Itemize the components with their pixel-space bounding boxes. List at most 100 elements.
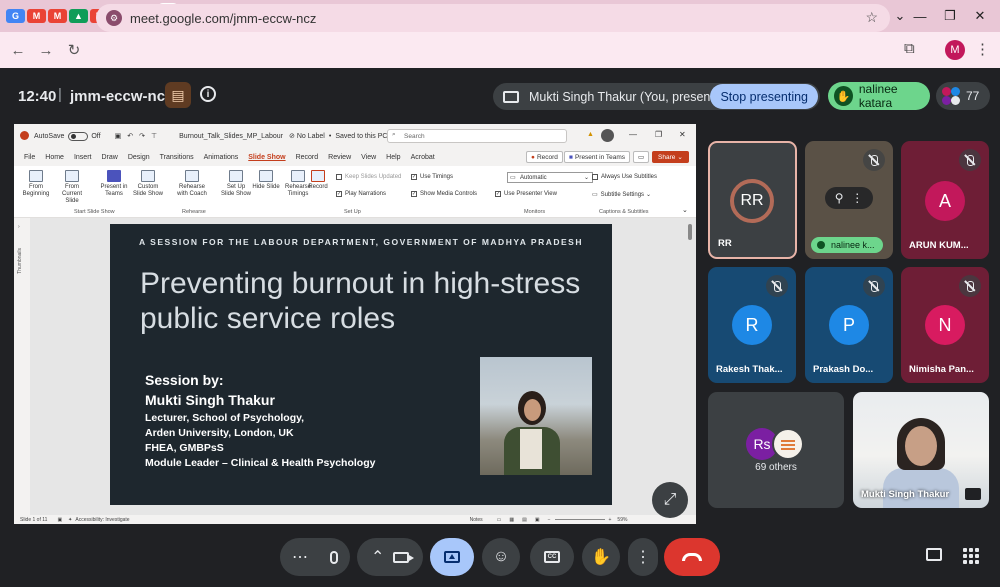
pin-icon[interactable]: ⚲ — [835, 191, 844, 205]
tile-others[interactable]: Rs 69 others — [708, 392, 844, 508]
ppt-menu-review[interactable]: Review — [328, 154, 351, 161]
more-options-button[interactable]: ⋮ — [628, 538, 658, 576]
expand-presentation-icon[interactable]: ⤢ — [652, 482, 688, 518]
undo-icon[interactable]: ↶ — [127, 132, 133, 140]
stop-presenting-button[interactable]: Stop presenting — [710, 84, 818, 109]
chat-button[interactable] — [926, 548, 942, 561]
notes-button[interactable]: Notes — [470, 517, 483, 523]
tile-rakesh[interactable]: R Rakesh Thak... — [708, 267, 796, 383]
accessibility-icon[interactable]: ✦ — [68, 517, 72, 523]
always-subtitles-checkbox[interactable]: Always Use Subtitles — [592, 174, 657, 180]
autosave-toggle[interactable] — [68, 131, 89, 141]
ppt-search-input[interactable]: ⌕ Search — [387, 129, 567, 143]
show-media-checkbox[interactable]: ✓ Show Media Controls — [411, 191, 477, 197]
slideshow-view-icon[interactable]: ▣ — [535, 517, 540, 523]
reactions-button[interactable]: ☺ — [482, 538, 520, 576]
self-tile-options-icon[interactable] — [965, 488, 981, 500]
ppt-user-avatar[interactable] — [601, 129, 614, 142]
sorter-view-icon[interactable]: ▦ — [509, 517, 514, 523]
meeting-info-icon[interactable]: i — [200, 86, 216, 102]
use-timings-checkbox[interactable]: ✓ Use Timings — [411, 174, 453, 180]
hide-slide-button[interactable]: Hide Slide — [250, 170, 282, 191]
meeting-notes-icon[interactable]: ▤ — [165, 82, 191, 108]
ppt-share-button[interactable]: Share ⌄ — [652, 151, 689, 163]
camera-icon[interactable] — [393, 551, 414, 563]
site-info-icon[interactable]: ⚙ — [106, 10, 122, 26]
ppt-menu-draw[interactable]: Draw — [101, 154, 117, 161]
presenter-view-checkbox[interactable]: ✓ Use Presenter View — [495, 191, 557, 197]
present-icon[interactable]: ⊤ — [151, 132, 157, 140]
url-input[interactable]: ⚙ meet.google.com/jmm-eccw-ncz ☆ — [96, 4, 890, 32]
zoom-out-icon[interactable]: − — [548, 517, 551, 523]
present-in-teams-button[interactable]: ■ Present in Teams — [564, 151, 631, 163]
participants-button[interactable]: 77 — [936, 82, 990, 110]
zoom-slider[interactable] — [554, 519, 605, 520]
ppt-record-button[interactable]: ● Record — [526, 151, 563, 163]
custom-show-button[interactable]: Custom Slide Show — [132, 170, 164, 198]
keep-updated-checkbox[interactable]: Keep Slides Updated — [336, 174, 401, 180]
captions-button[interactable]: CC — [530, 538, 574, 576]
slide-scrollbar[interactable] — [688, 224, 692, 240]
ppt-menu-help[interactable]: Help — [386, 154, 400, 161]
spellcheck-icon[interactable]: ▣ — [57, 517, 62, 523]
browser-menu-icon[interactable]: ⋮ — [975, 40, 990, 58]
normal-view-icon[interactable]: ▭ — [497, 517, 502, 523]
from-beginning-button[interactable]: From Beginning — [20, 170, 52, 198]
ppt-menu-acrobat[interactable]: Acrobat — [411, 154, 435, 161]
extensions-icon[interactable]: ⧉ — [904, 40, 915, 57]
tile-hover-controls[interactable]: ⚲ ⋮ — [825, 187, 873, 209]
bookmark-star-icon[interactable]: ☆ — [865, 9, 878, 26]
redo-icon[interactable]: ↷ — [139, 132, 145, 140]
profile-avatar[interactable]: M — [945, 40, 965, 60]
ppt-menu-slide-show[interactable]: Slide Show — [248, 154, 285, 161]
ppt-menu-file[interactable]: File — [24, 154, 35, 161]
tile-self[interactable]: Mukti Singh Thakur — [853, 392, 989, 508]
back-arrow-icon[interactable]: ← — [4, 42, 32, 59]
monitor-select[interactable]: ▭ Automatic ⌄ — [507, 172, 593, 183]
tile-rr[interactable]: RR RR — [708, 141, 797, 259]
thumbnails-pane[interactable]: › Thumbnails — [14, 218, 30, 515]
save-icon[interactable]: ▣ — [115, 132, 122, 140]
zoom-level[interactable]: 59% — [617, 517, 627, 523]
present-teams-ribbon-button[interactable]: Present in Teams — [98, 170, 130, 198]
ppt-close-button[interactable]: ✕ — [679, 130, 686, 139]
setup-show-button[interactable]: Set Up Slide Show — [220, 170, 252, 198]
raise-hand-button[interactable]: ✋ — [582, 538, 620, 576]
tab-favicon-icon[interactable]: G — [6, 9, 25, 23]
reading-view-icon[interactable]: ▤ — [522, 517, 527, 523]
tile-nalinee[interactable]: ⚲ ⋮ nalinee k... — [805, 141, 893, 259]
zoom-in-icon[interactable]: + — [609, 517, 612, 523]
ribbon-record-button[interactable]: Record — [308, 170, 328, 191]
reload-icon[interactable]: ↻ — [60, 41, 88, 59]
expand-thumbnails-icon[interactable]: › — [18, 224, 20, 230]
ppt-menu-view[interactable]: View — [361, 154, 376, 161]
rehearse-coach-button[interactable]: Rehearse with Coach — [176, 170, 208, 198]
ppt-menu-animations[interactable]: Animations — [204, 154, 239, 161]
ppt-menu-transitions[interactable]: Transitions — [160, 154, 194, 161]
play-narrations-checkbox[interactable]: ✓ Play Narrations — [336, 191, 386, 197]
warning-icon[interactable]: ▲ — [587, 131, 594, 138]
tile-prakash[interactable]: P Prakash Do... — [805, 267, 893, 383]
tile-more-icon[interactable]: ⋮ — [851, 191, 863, 205]
present-now-button[interactable] — [430, 538, 474, 576]
leave-call-button[interactable] — [664, 538, 720, 576]
microphone-icon[interactable] — [330, 550, 338, 564]
comments-button[interactable]: ▭ — [633, 151, 650, 163]
from-current-button[interactable]: From Current Slide — [56, 170, 88, 205]
ppt-menu-record[interactable]: Record — [296, 154, 319, 161]
ppt-menu-home[interactable]: Home — [45, 154, 64, 161]
tab-favicon-icon[interactable]: ▲ — [69, 9, 88, 23]
tile-arun[interactable]: A ARUN KUM... — [901, 141, 989, 259]
activities-button[interactable] — [963, 548, 979, 564]
forward-arrow-icon[interactable]: → — [32, 42, 60, 59]
tab-favicon-icon[interactable]: M — [27, 9, 46, 23]
ppt-minimize-button[interactable]: — — [629, 130, 637, 139]
video-options-icon[interactable]: ⌃ — [371, 547, 384, 567]
tab-favicon-icon[interactable]: M — [48, 9, 67, 23]
tile-nimisha[interactable]: N Nimisha Pan... — [901, 267, 989, 383]
raised-hand-chip[interactable]: ✋ nalinee katara — [828, 82, 930, 110]
close-window-button[interactable]: ✕ — [960, 0, 1000, 32]
ppt-menu-design[interactable]: Design — [128, 154, 150, 161]
audio-options-icon[interactable]: ⋯ — [292, 547, 308, 567]
accessibility-status[interactable]: Accessibility: Investigate — [75, 517, 129, 523]
